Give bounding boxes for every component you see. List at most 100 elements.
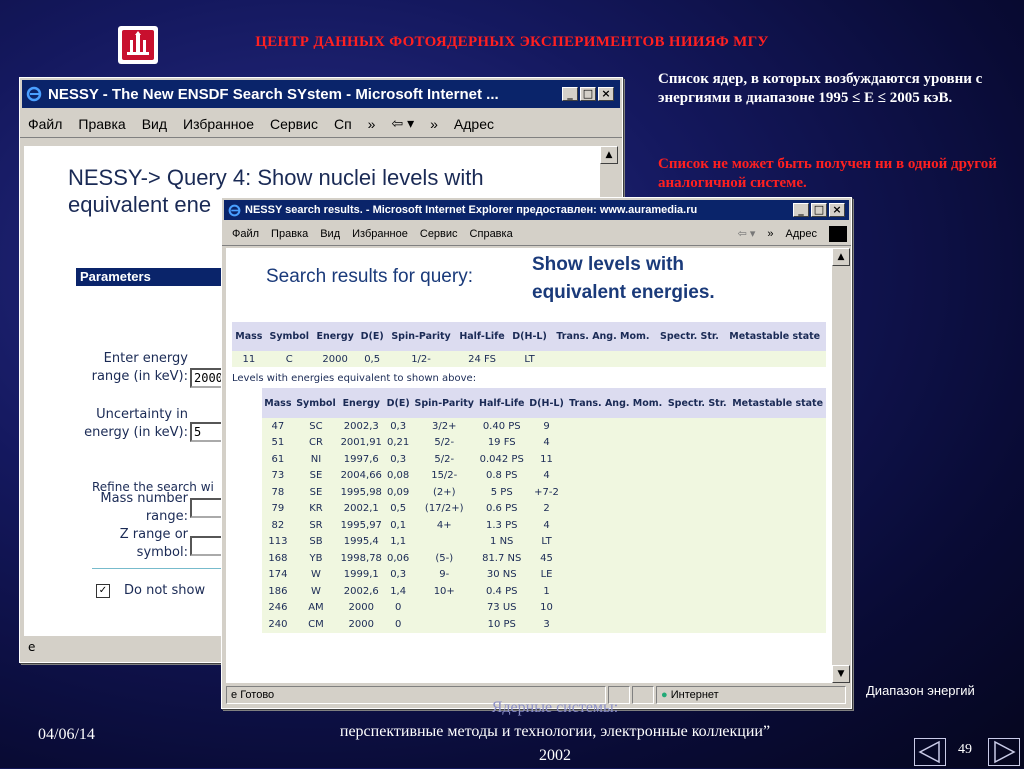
menu-file[interactable]: Файл — [28, 116, 62, 132]
cell: KR — [293, 500, 339, 517]
maximize-button[interactable]: □ — [811, 203, 827, 217]
ie-icon — [26, 86, 42, 102]
cell — [566, 583, 666, 600]
do-not-show-label: Do not show — [124, 583, 206, 598]
col-energy: Energy — [338, 388, 385, 418]
cell: 2000 — [312, 351, 358, 367]
window-title-bar[interactable]: NESSY search results. - Microsoft Intern… — [224, 200, 849, 220]
close-button[interactable]: × — [829, 203, 845, 217]
cell: 0,3 — [384, 566, 412, 583]
cell: 2002,1 — [338, 500, 385, 517]
prev-arrow-icon — [918, 740, 940, 764]
nessy-results-window: NESSY search results. - Microsoft Intern… — [221, 197, 852, 709]
cell: 10 — [526, 599, 567, 616]
cell: CR — [293, 434, 339, 451]
cell: C — [265, 351, 313, 367]
cell: 15/2- — [411, 467, 477, 484]
cell — [566, 533, 666, 550]
table-row: 174 W 1999,1 0,3 9- 30 NS LE — [262, 566, 826, 583]
back-arrow-icon[interactable]: ⇦ ▾ — [738, 227, 756, 240]
col-symbol: Symbol — [265, 322, 313, 351]
uncertainty-label: Uncertainty in energy (in keV): — [84, 407, 188, 440]
cell: 1995,98 — [338, 484, 385, 501]
cell — [665, 550, 730, 567]
scroll-up-arrow-icon[interactable]: ▲ — [600, 146, 618, 164]
cell: 81.7 NS — [476, 550, 527, 567]
cell: (17/2+) — [411, 500, 477, 517]
vertical-scrollbar[interactable]: ▲ ▼ — [832, 248, 850, 683]
minimize-button[interactable]: _ — [793, 203, 809, 217]
cell: 0.8 PS — [476, 467, 527, 484]
cell: 174 — [262, 566, 294, 583]
query-line-1: Show levels with — [532, 254, 685, 275]
do-not-show-checkbox[interactable]: ✓ — [96, 584, 110, 598]
menu-tools[interactable]: Сервис — [270, 116, 318, 132]
cell: (5-) — [411, 550, 477, 567]
next-slide-button[interactable] — [988, 738, 1020, 766]
cell: 24 FS — [455, 351, 509, 367]
col-spin-parity: Spin-Parity — [386, 322, 456, 351]
cell — [566, 566, 666, 583]
cell: 1999,1 — [338, 566, 385, 583]
window-title-bar[interactable]: NESSY - The New ENSDF Search SYstem - Mi… — [22, 80, 620, 108]
cell — [665, 599, 730, 616]
cell — [566, 500, 666, 517]
cell: 246 — [262, 599, 294, 616]
cell — [729, 517, 826, 534]
chevron-icon[interactable]: » — [767, 228, 773, 240]
prev-slide-button[interactable] — [914, 738, 946, 766]
table-row: 186 W 2002,6 1,4 10+ 0.4 PS 1 — [262, 583, 826, 600]
cell: 2001,91 — [338, 434, 385, 451]
cell: 3 — [526, 616, 567, 633]
menu-edit[interactable]: Правка — [271, 228, 308, 240]
scroll-down-arrow-icon[interactable]: ▼ — [832, 665, 850, 683]
minimize-button[interactable]: _ — [562, 87, 578, 101]
cell — [665, 484, 730, 501]
cell — [566, 550, 666, 567]
maximize-button[interactable]: □ — [580, 87, 596, 101]
energy-range-label: Enter energy range (in keV): — [91, 351, 188, 384]
close-button[interactable]: × — [598, 87, 614, 101]
col-symbol: Symbol — [293, 388, 339, 418]
cell: 0,21 — [384, 434, 412, 451]
menu-favorites[interactable]: Избранное — [183, 116, 254, 132]
col-de: D(E) — [384, 388, 412, 418]
menu-help[interactable]: Сп — [334, 116, 352, 132]
cell: 11 — [232, 351, 266, 367]
cell: 5/2- — [411, 434, 477, 451]
cell: 0.6 PS — [476, 500, 527, 517]
table-row: 51 CR 2001,91 0,21 5/2- 19 FS 4 — [262, 434, 826, 451]
cell: 78 — [262, 484, 294, 501]
cell — [729, 451, 826, 468]
menu-tools[interactable]: Сервис — [420, 228, 458, 240]
menu-view[interactable]: Вид — [142, 116, 167, 132]
cell: +7-2 — [526, 484, 567, 501]
menu-edit[interactable]: Правка — [78, 116, 125, 132]
col-mass: Mass — [232, 322, 266, 351]
col-de: D(E) — [357, 322, 387, 351]
cell: 1 — [526, 583, 567, 600]
cell — [729, 550, 826, 567]
col-half-life: Half-Life — [476, 388, 527, 418]
col-spin-parity: Spin-Parity — [411, 388, 477, 418]
cell — [566, 434, 666, 451]
cell: CM — [293, 616, 339, 633]
menu-help[interactable]: Справка — [470, 228, 513, 240]
window-title: NESSY search results. - Microsoft Intern… — [245, 204, 698, 216]
cell: 73 — [262, 467, 294, 484]
col-half-life: Half-Life — [455, 322, 509, 351]
levels-note: Levels with energies equivalent to shown… — [232, 373, 477, 384]
footer-line-2: перспективные методы и технологии, элект… — [339, 723, 771, 740]
chevron-icon[interactable]: » — [430, 116, 438, 132]
menu-file[interactable]: Файл — [232, 228, 259, 240]
cell: 0.40 PS — [476, 418, 527, 435]
chevron-icon[interactable]: » — [368, 116, 376, 132]
cell: AM — [293, 599, 339, 616]
col-energy: Energy — [312, 322, 358, 351]
cell: 10+ — [411, 583, 477, 600]
back-arrow-icon[interactable]: ⇦ ▾ — [391, 115, 414, 132]
menu-view[interactable]: Вид — [320, 228, 340, 240]
cell: 0,5 — [384, 500, 412, 517]
scroll-up-arrow-icon[interactable]: ▲ — [832, 248, 850, 266]
menu-favorites[interactable]: Избранное — [352, 228, 408, 240]
